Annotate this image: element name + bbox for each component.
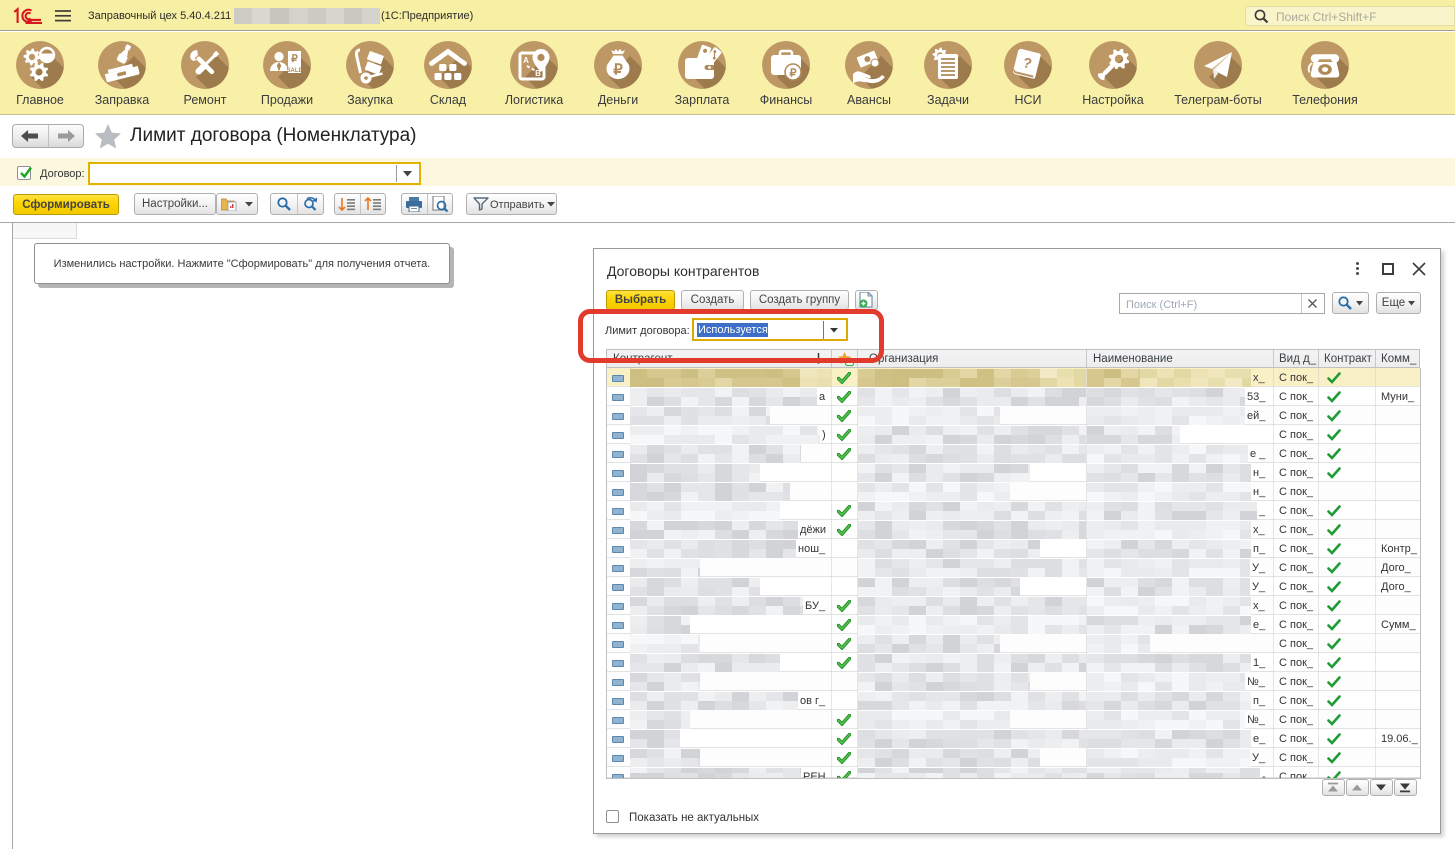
svg-text:₽: ₽ [613, 62, 623, 79]
svg-text:₽: ₽ [291, 53, 298, 65]
svg-text:₽: ₽ [790, 68, 797, 80]
svg-text:SALE: SALE [286, 68, 302, 74]
svg-text:A: A [523, 56, 529, 65]
